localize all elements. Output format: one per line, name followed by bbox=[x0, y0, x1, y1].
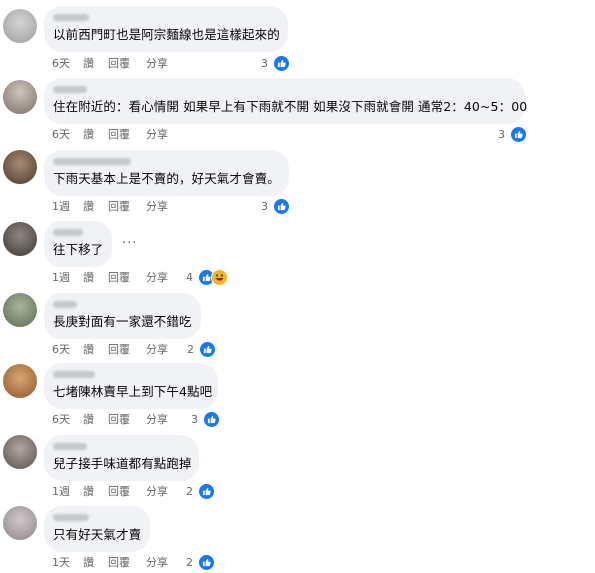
comment-timestamp[interactable]: 6天 bbox=[52, 413, 70, 427]
avatar[interactable] bbox=[3, 80, 37, 114]
comment-timestamp[interactable]: 1週 bbox=[52, 485, 70, 499]
avatar[interactable] bbox=[3, 435, 37, 469]
reaction-count: 2 bbox=[187, 342, 194, 356]
comment-bubble: 長庚對面有一家還不錯吃 bbox=[44, 293, 201, 339]
share-button[interactable]: 分享 bbox=[146, 485, 168, 499]
share-button[interactable]: 分享 bbox=[146, 200, 168, 214]
reaction-summary[interactable]: 3 bbox=[498, 126, 527, 143]
like-button[interactable]: 讚 bbox=[83, 271, 94, 285]
author-name-blurred[interactable] bbox=[53, 158, 131, 165]
comment-text: 往下移了 bbox=[53, 242, 104, 257]
comment-bubble: 下雨天基本上是不賣的，好天氣才會賣。 bbox=[44, 150, 289, 196]
reaction-summary[interactable]: 2 bbox=[186, 554, 215, 571]
reaction-summary[interactable]: 2 bbox=[186, 483, 215, 500]
haha-reaction-icon bbox=[210, 269, 228, 286]
author-name-blurred[interactable] bbox=[53, 514, 89, 521]
reaction-count: 3 bbox=[261, 199, 268, 213]
reaction-summary[interactable]: 2 bbox=[187, 341, 216, 358]
comment-text: 下雨天基本上是不賣的，好天氣才會賣。 bbox=[53, 171, 280, 186]
like-reaction-icon bbox=[202, 411, 220, 428]
like-button[interactable]: 讚 bbox=[83, 343, 94, 357]
comment-timestamp[interactable]: 6天 bbox=[52, 343, 70, 357]
like-button[interactable]: 讚 bbox=[83, 57, 94, 71]
like-reaction-icon bbox=[197, 483, 215, 500]
reply-button[interactable]: 回覆 bbox=[108, 485, 130, 499]
comment-timestamp[interactable]: 1週 bbox=[52, 200, 70, 214]
comment-bubble: 只有好天氣才賣 bbox=[44, 506, 150, 552]
comment-bubble: 兒子接手味道都有點跑掉 bbox=[44, 435, 199, 481]
author-name-blurred[interactable] bbox=[53, 301, 77, 308]
like-button[interactable]: 讚 bbox=[83, 485, 94, 499]
avatar[interactable] bbox=[3, 9, 37, 43]
share-button[interactable]: 分享 bbox=[146, 343, 168, 357]
comment-timestamp[interactable]: 6天 bbox=[52, 57, 70, 71]
comment-bubble: 往下移了 bbox=[44, 221, 112, 267]
avatar[interactable] bbox=[3, 150, 37, 184]
like-button[interactable]: 讚 bbox=[83, 413, 94, 427]
like-button[interactable]: 讚 bbox=[83, 200, 94, 214]
avatar[interactable] bbox=[3, 293, 37, 327]
reaction-count: 3 bbox=[261, 56, 268, 70]
avatar[interactable] bbox=[3, 222, 37, 256]
like-button[interactable]: 讚 bbox=[83, 556, 94, 570]
more-options-button[interactable]: ··· bbox=[122, 236, 137, 251]
reply-button[interactable]: 回覆 bbox=[108, 413, 130, 427]
reply-button[interactable]: 回覆 bbox=[108, 200, 130, 214]
like-button[interactable]: 讚 bbox=[83, 128, 94, 142]
like-reaction-icon bbox=[198, 341, 216, 358]
reaction-count: 3 bbox=[498, 127, 505, 141]
author-name-blurred[interactable] bbox=[53, 14, 89, 21]
author-name-blurred[interactable] bbox=[53, 86, 87, 93]
share-button[interactable]: 分享 bbox=[146, 128, 168, 142]
reply-button[interactable]: 回覆 bbox=[108, 556, 130, 570]
reaction-count: 2 bbox=[186, 484, 193, 498]
comment-timestamp[interactable]: 1週 bbox=[52, 271, 70, 285]
reaction-summary[interactable]: 4 bbox=[186, 269, 228, 286]
comment-text: 兒子接手味道都有點跑掉 bbox=[53, 456, 192, 471]
comment-text: 住在附近的：看心情開 如果早上有下雨就不開 如果沒下雨就會開 通常2：40~5：… bbox=[53, 99, 528, 114]
reply-button[interactable]: 回覆 bbox=[108, 57, 130, 71]
comment-bubble: 以前西門町也是阿宗麵線也是這樣起來的 bbox=[44, 6, 288, 52]
reply-button[interactable]: 回覆 bbox=[108, 128, 130, 142]
reaction-count: 2 bbox=[186, 555, 193, 569]
share-button[interactable]: 分享 bbox=[146, 556, 168, 570]
share-button[interactable]: 分享 bbox=[146, 413, 168, 427]
like-reaction-icon bbox=[509, 126, 527, 143]
reply-button[interactable]: 回覆 bbox=[108, 343, 130, 357]
reaction-summary[interactable]: 3 bbox=[261, 55, 290, 72]
reaction-summary[interactable]: 3 bbox=[191, 411, 220, 428]
reaction-count: 3 bbox=[191, 412, 198, 426]
comment-text: 長庚對面有一家還不錯吃 bbox=[53, 314, 192, 329]
author-name-blurred[interactable] bbox=[53, 443, 87, 450]
author-name-blurred[interactable] bbox=[53, 229, 83, 236]
share-button[interactable]: 分享 bbox=[146, 57, 168, 71]
comment-text: 以前西門町也是阿宗麵線也是這樣起來的 bbox=[53, 27, 280, 42]
comment-bubble: 七堵陳林賣早上到下午4點吧 bbox=[44, 363, 218, 409]
share-button[interactable]: 分享 bbox=[146, 271, 168, 285]
comment-text: 只有好天氣才賣 bbox=[53, 527, 142, 542]
like-reaction-icon bbox=[197, 554, 215, 571]
reaction-count: 4 bbox=[186, 270, 193, 284]
author-name-blurred[interactable] bbox=[53, 371, 95, 378]
avatar[interactable] bbox=[3, 364, 37, 398]
reply-button[interactable]: 回覆 bbox=[108, 271, 130, 285]
comments-list: 以前西門町也是阿宗麵線也是這樣起來的 6天 讚 回覆 分享 3 住在附近的：看心… bbox=[0, 0, 595, 573]
comment-text: 七堵陳林賣早上到下午4點吧 bbox=[53, 384, 213, 399]
like-reaction-icon bbox=[272, 198, 290, 215]
reaction-summary[interactable]: 3 bbox=[261, 198, 290, 215]
like-reaction-icon bbox=[272, 55, 290, 72]
comment-timestamp[interactable]: 1天 bbox=[52, 556, 70, 570]
comment-bubble: 住在附近的：看心情開 如果早上有下雨就不開 如果沒下雨就會開 通常2：40~5：… bbox=[44, 78, 528, 124]
comment-timestamp[interactable]: 6天 bbox=[52, 128, 70, 142]
avatar[interactable] bbox=[3, 506, 37, 540]
